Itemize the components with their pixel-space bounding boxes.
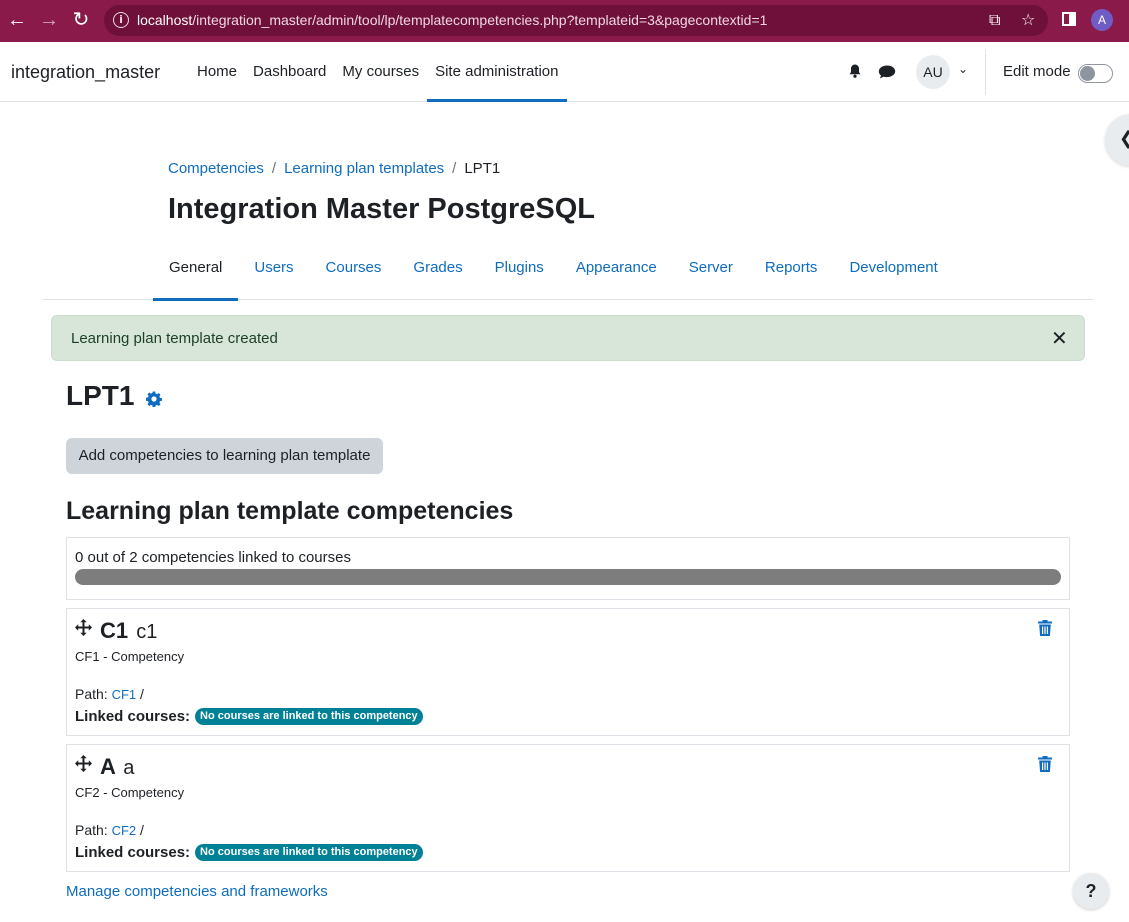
help-button[interactable]: ? — [1073, 873, 1109, 909]
tab-reports[interactable]: Reports — [749, 238, 834, 300]
alert-message: Learning plan template created — [71, 330, 278, 347]
edit-mode-toggle[interactable] — [1078, 64, 1113, 83]
competency-title: A a — [100, 754, 135, 779]
tab-grades[interactable]: Grades — [397, 238, 478, 300]
linked-progress-panel: 0 out of 2 competencies linked to course… — [66, 537, 1070, 600]
messages-chat-icon[interactable] — [878, 65, 896, 79]
url-text: localhost/integration_master/admin/tool/… — [137, 12, 768, 28]
page-title: Integration Master PostgreSQL — [168, 193, 596, 225]
competency-path: Path: CF1 / — [75, 686, 144, 702]
success-alert: Learning plan template created ✕ — [51, 315, 1085, 361]
chevron-down-icon[interactable]: ⌄ — [958, 62, 968, 76]
nav-site-administration[interactable]: Site administration — [427, 42, 567, 102]
competency-framework: CF2 - Competency — [75, 785, 185, 800]
nav-my-courses[interactable]: My courses — [334, 42, 427, 102]
move-icon[interactable] — [75, 619, 92, 636]
move-icon[interactable] — [75, 755, 92, 772]
section-title: Learning plan template competencies — [66, 497, 514, 525]
trash-icon[interactable] — [1038, 756, 1052, 772]
add-competencies-button[interactable]: Add competencies to learning plan templa… — [66, 438, 383, 474]
competency-framework: CF1 - Competency — [75, 649, 185, 664]
no-courses-badge: No courses are linked to this competency — [195, 708, 423, 725]
site-brand[interactable]: integration_master — [11, 62, 160, 83]
forward-arrow-icon[interactable]: → — [34, 0, 64, 42]
secondary-navigation: General Users Courses Grades Plugins App… — [43, 238, 1093, 301]
tab-server[interactable]: Server — [673, 238, 749, 300]
competency-card: C1 c1 CF1 - Competency Path: CF1 / Linke… — [66, 608, 1070, 736]
back-arrow-icon[interactable]: ← — [2, 0, 32, 42]
breadcrumb-current: LPT1 — [464, 160, 501, 177]
primary-navigation: Home Dashboard My courses Site administr… — [189, 42, 567, 102]
share-icon[interactable]: ⧉ — [989, 10, 1000, 30]
progress-bar — [75, 569, 1061, 585]
browser-toolbar: ← → ↻ i localhost/integration_master/adm… — [0, 0, 1129, 42]
tab-general[interactable]: General — [153, 238, 239, 301]
competency-card: A a CF2 - Competency Path: CF2 / Linked … — [66, 744, 1070, 872]
user-avatar[interactable]: AU — [916, 55, 950, 89]
tab-appearance[interactable]: Appearance — [560, 238, 673, 300]
close-icon[interactable]: ✕ — [1051, 326, 1068, 350]
address-bar[interactable]: i localhost/integration_master/admin/too… — [104, 5, 1048, 36]
no-courses-badge: No courses are linked to this competency — [195, 844, 423, 861]
linked-courses: Linked courses: No courses are linked to … — [75, 844, 423, 861]
bookmark-star-icon[interactable]: ☆ — [1021, 10, 1035, 29]
site-info-icon[interactable]: i — [113, 12, 129, 28]
navbar-divider — [985, 50, 986, 95]
trash-icon[interactable] — [1038, 620, 1052, 636]
progress-text: 0 out of 2 competencies linked to course… — [75, 549, 351, 566]
breadcrumb-competencies[interactable]: Competencies — [168, 160, 264, 177]
breadcrumb-learning-plan-templates[interactable]: Learning plan templates — [284, 160, 444, 177]
edit-mode-label: Edit mode — [1003, 63, 1071, 80]
breadcrumb-separator: / — [271, 160, 277, 177]
manage-competencies-link[interactable]: Manage competencies and frameworks — [66, 883, 328, 900]
chevron-left-icon: ❮ — [1119, 128, 1129, 149]
breadcrumb: Competencies / Learning plan templates /… — [168, 160, 500, 177]
reload-icon[interactable]: ↻ — [66, 0, 96, 42]
tab-courses[interactable]: Courses — [310, 238, 398, 300]
open-block-drawer-button[interactable]: ❮ — [1105, 114, 1129, 166]
template-name-heading: LPT1 — [66, 380, 135, 411]
tab-development[interactable]: Development — [833, 238, 953, 300]
linked-courses: Linked courses: No courses are linked to … — [75, 708, 423, 725]
tab-plugins[interactable]: Plugins — [479, 238, 560, 300]
browser-profile-avatar[interactable]: A — [1091, 9, 1113, 31]
competency-title: C1 c1 — [100, 618, 158, 643]
notifications-bell-icon[interactable] — [848, 64, 862, 78]
side-panel-icon[interactable] — [1062, 12, 1076, 26]
gear-icon[interactable] — [146, 391, 162, 407]
competency-path: Path: CF2 / — [75, 822, 144, 838]
site-navbar: integration_master Home Dashboard My cou… — [0, 42, 1129, 102]
nav-home[interactable]: Home — [189, 42, 245, 102]
path-link[interactable]: CF1 — [112, 687, 137, 702]
breadcrumb-separator: / — [452, 160, 457, 177]
nav-dashboard[interactable]: Dashboard — [245, 42, 334, 102]
path-link[interactable]: CF2 — [112, 823, 137, 838]
tab-users[interactable]: Users — [238, 238, 309, 300]
